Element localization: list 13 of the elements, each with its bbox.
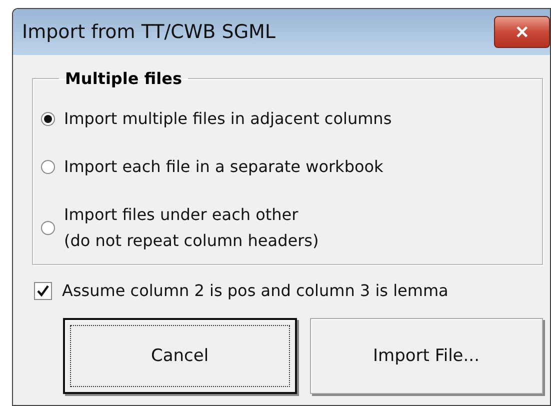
import-button[interactable]: Import File... (310, 318, 543, 394)
checkbox[interactable] (34, 282, 52, 300)
group-title: Multiple files (64, 69, 184, 88)
radio-label: Import each file in a separate workbook (64, 156, 384, 178)
radio-label: Import multiple files in adjacent columns (64, 108, 392, 130)
close-button[interactable]: ✕ (494, 16, 550, 48)
checkbox-label: Assume column 2 is pos and column 3 is lemma (62, 281, 448, 300)
cancel-button[interactable]: Cancel (63, 318, 296, 394)
radio-button[interactable] (41, 160, 55, 174)
radio-label: Import files under each other (do not repeat column headers) (64, 204, 319, 252)
radio-button[interactable] (41, 112, 55, 126)
window-title: Import from TT/CWB SGML (22, 21, 276, 43)
radio-button[interactable] (41, 221, 55, 235)
